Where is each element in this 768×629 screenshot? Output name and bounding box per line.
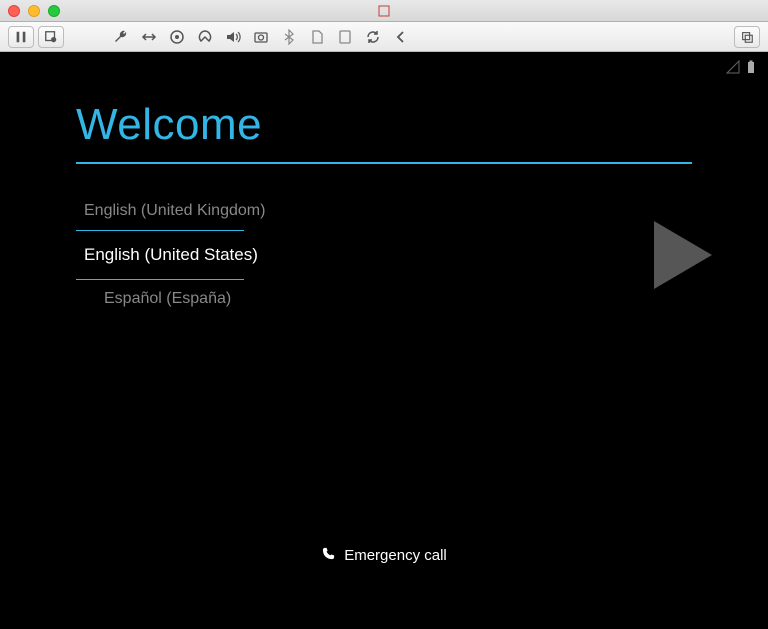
cellular-icon[interactable] xyxy=(196,28,214,46)
refresh-icon[interactable] xyxy=(364,28,382,46)
language-option-selected[interactable]: English (United States) xyxy=(76,231,316,279)
macos-titlebar xyxy=(0,0,768,22)
language-picker[interactable]: English (United Kingdom) English (United… xyxy=(76,192,316,318)
multiwindow-button[interactable] xyxy=(734,26,760,48)
wrench-icon[interactable] xyxy=(112,28,130,46)
welcome-title: Welcome xyxy=(76,100,692,150)
android-status-bar xyxy=(726,60,758,79)
emergency-call-button[interactable]: Emergency call xyxy=(0,546,768,565)
emergency-call-label: Emergency call xyxy=(344,547,447,564)
battery-icon xyxy=(744,60,758,79)
sd-card-icon[interactable] xyxy=(308,28,326,46)
snapshot-button[interactable] xyxy=(38,26,64,48)
back-icon[interactable] xyxy=(392,28,410,46)
language-option-prev[interactable]: English (United Kingdom) xyxy=(76,192,316,230)
emulator-toolbar xyxy=(0,22,768,52)
title-divider xyxy=(76,162,692,164)
play-icon xyxy=(654,221,712,289)
camera-icon[interactable] xyxy=(252,28,270,46)
device-screen: Welcome English (United Kingdom) English… xyxy=(0,52,768,629)
volume-icon[interactable] xyxy=(224,28,242,46)
close-window-button[interactable] xyxy=(8,5,20,17)
resize-icon[interactable] xyxy=(140,28,158,46)
gps-icon[interactable] xyxy=(168,28,186,46)
minimize-window-button[interactable] xyxy=(28,5,40,17)
signal-icon xyxy=(726,60,740,79)
title-app-icon xyxy=(378,5,390,17)
language-option-next[interactable]: Español (España) xyxy=(76,280,316,318)
pause-button[interactable] xyxy=(8,26,34,48)
maximize-window-button[interactable] xyxy=(48,5,60,17)
storage-icon[interactable] xyxy=(336,28,354,46)
window-controls xyxy=(8,5,60,17)
continue-button[interactable] xyxy=(654,221,712,289)
bluetooth-icon[interactable] xyxy=(280,28,298,46)
phone-icon xyxy=(321,546,336,565)
